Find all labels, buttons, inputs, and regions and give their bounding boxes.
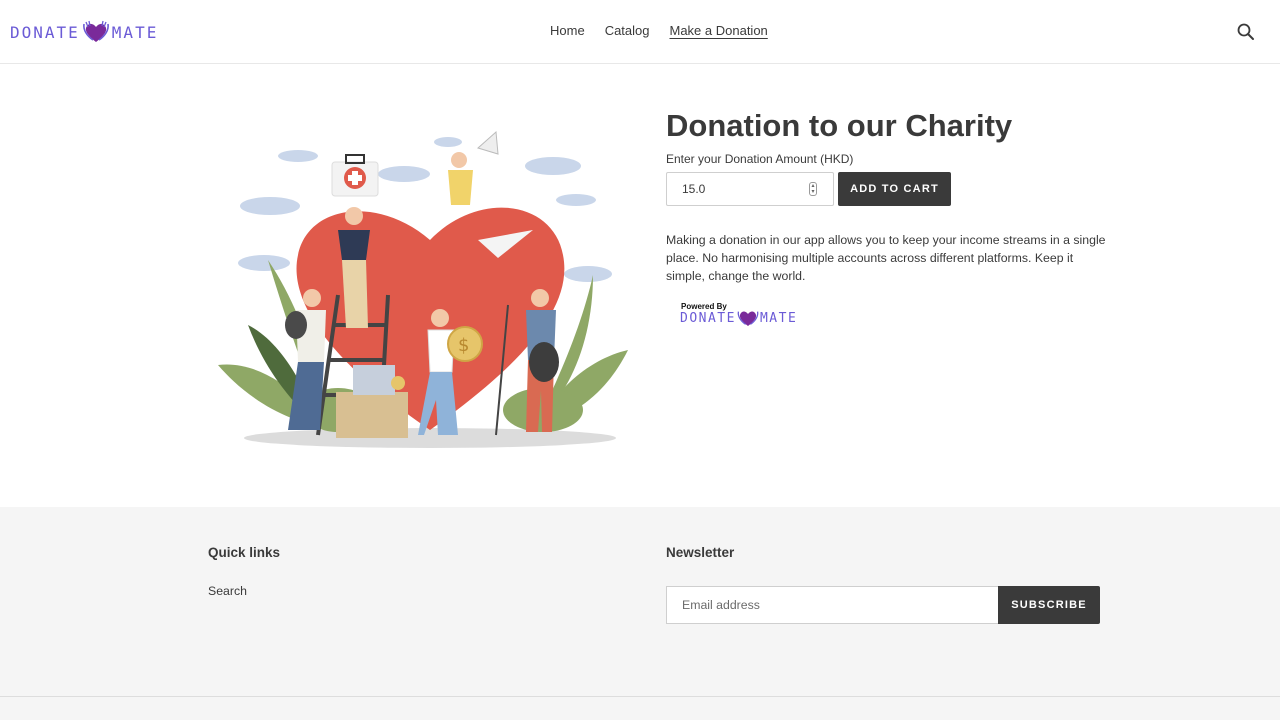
subscribe-button[interactable]: SUBSCRIBE	[998, 586, 1100, 624]
product-description: Making a donation in our app allows you …	[666, 233, 1106, 283]
site-header: DONATE MATE Home Catalog Make a Donation	[0, 0, 1280, 64]
number-spinner-icon[interactable]: ▴ ▾	[809, 182, 817, 196]
svg-text:$: $	[458, 335, 469, 356]
newsletter-heading: Newsletter	[666, 545, 735, 560]
search-icon[interactable]	[1236, 22, 1256, 42]
site-logo[interactable]: DONATE MATE	[10, 14, 158, 50]
site-footer: Quick links Search Newsletter Email addr…	[0, 507, 1280, 720]
quick-links-heading: Quick links	[208, 545, 281, 560]
donation-amount-input[interactable]: 15.0 ▴ ▾	[666, 172, 834, 206]
heart-hands-icon	[737, 311, 759, 326]
newsletter-email-input[interactable]: Email address	[666, 586, 999, 624]
footer-divider	[0, 696, 1280, 697]
nav-catalog[interactable]: Catalog	[605, 23, 650, 38]
powered-by-badge: Powered By DONATE MATE	[680, 300, 820, 330]
product-title: Donation to our Charity	[666, 108, 1013, 143]
add-to-cart-button[interactable]: ADD TO CART	[838, 172, 951, 206]
logo-text-left: DONATE	[10, 22, 80, 42]
charity-volunteers-illustration: $	[218, 130, 628, 448]
heart-hands-icon	[82, 20, 109, 42]
powered-logo-text-left: DONATE	[680, 310, 736, 326]
nav-make-a-donation[interactable]: Make a Donation	[670, 23, 768, 38]
logo-text-right: MATE	[111, 22, 159, 42]
donation-amount-label: Enter your Donation Amount (HKD)	[666, 152, 854, 166]
main-nav: Home Catalog Make a Donation	[550, 23, 768, 38]
nav-home[interactable]: Home	[550, 23, 585, 38]
powered-logo-text-right: MATE	[759, 310, 798, 326]
powered-by-logo: DONATE MATE	[680, 306, 797, 330]
footer-link-search[interactable]: Search	[208, 584, 247, 598]
donation-amount-value: 15.0	[682, 182, 706, 196]
